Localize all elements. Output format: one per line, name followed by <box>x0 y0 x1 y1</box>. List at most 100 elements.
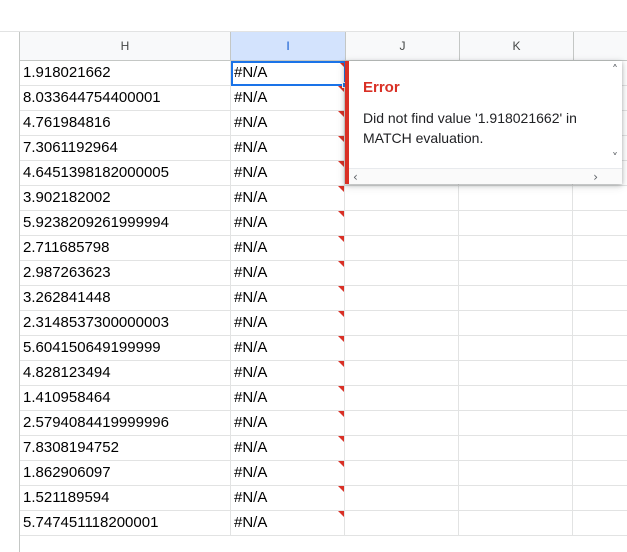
column-header-h[interactable]: H <box>20 32 231 61</box>
cell-k[interactable] <box>459 411 573 436</box>
cell-h[interactable]: 1.521189594 <box>20 486 231 511</box>
error-indicator-icon[interactable] <box>338 311 344 317</box>
cell-j[interactable] <box>345 311 459 336</box>
cell-i[interactable]: #N/A <box>231 86 345 111</box>
row-header-gutter[interactable] <box>0 32 20 552</box>
column-header-i[interactable]: I <box>231 32 346 61</box>
cell-k[interactable] <box>459 186 573 211</box>
cell-j[interactable] <box>345 386 459 411</box>
cell-k[interactable] <box>459 261 573 286</box>
cell-k[interactable] <box>459 311 573 336</box>
cell-i[interactable]: #N/A <box>231 311 345 336</box>
cell-k[interactable] <box>459 211 573 236</box>
cell-i[interactable]: #N/A <box>231 261 345 286</box>
error-indicator-icon[interactable] <box>338 111 344 117</box>
error-indicator-icon[interactable] <box>338 186 344 192</box>
error-indicator-icon[interactable] <box>338 361 344 367</box>
cell-i[interactable]: #N/A <box>231 361 345 386</box>
cell-k[interactable] <box>459 286 573 311</box>
error-indicator-icon[interactable] <box>338 286 344 292</box>
cell-l[interactable] <box>573 361 627 386</box>
error-indicator-icon[interactable] <box>338 136 344 142</box>
cell-h[interactable]: 3.262841448 <box>20 286 231 311</box>
cell-l[interactable] <box>573 236 627 261</box>
chevron-right-icon[interactable]: › <box>593 171 598 183</box>
cell-l[interactable] <box>573 286 627 311</box>
cell-k[interactable] <box>459 461 573 486</box>
cell-j[interactable] <box>345 411 459 436</box>
column-header-k[interactable]: K <box>460 32 574 61</box>
cell-j[interactable] <box>345 461 459 486</box>
column-header-j[interactable]: J <box>346 32 460 61</box>
cell-l[interactable] <box>573 261 627 286</box>
cell-h[interactable]: 1.862906097 <box>20 461 231 486</box>
chevron-down-icon[interactable]: ˅ <box>612 152 618 164</box>
cell-l[interactable] <box>573 211 627 236</box>
cell-l[interactable] <box>573 436 627 461</box>
cell-h[interactable]: 2.5794084419999996 <box>20 411 231 436</box>
cell-h[interactable]: 2.711685798 <box>20 236 231 261</box>
cell-h[interactable]: 7.3061192964 <box>20 136 231 161</box>
cell-l[interactable] <box>573 511 627 536</box>
cell-h[interactable]: 5.747451118200001 <box>20 511 231 536</box>
error-indicator-icon[interactable] <box>338 261 344 267</box>
cell-k[interactable] <box>459 511 573 536</box>
cell-i[interactable]: #N/A <box>231 161 345 186</box>
cell-h[interactable]: 7.8308194752 <box>20 436 231 461</box>
cell-i[interactable]: #N/A <box>231 111 345 136</box>
cell-l[interactable] <box>573 311 627 336</box>
cell-l[interactable] <box>573 461 627 486</box>
vertical-scrollbar[interactable]: ˄ ˅ <box>606 61 622 168</box>
cell-j[interactable] <box>345 511 459 536</box>
error-indicator-icon[interactable] <box>338 411 344 417</box>
cell-j[interactable] <box>345 361 459 386</box>
cell-i[interactable]: #N/A <box>231 511 345 536</box>
cell-h[interactable]: 4.6451398182000005 <box>20 161 231 186</box>
cell-h[interactable]: 5.604150649199999 <box>20 336 231 361</box>
cell-k[interactable] <box>459 436 573 461</box>
cell-j[interactable] <box>345 211 459 236</box>
error-indicator-icon[interactable] <box>338 461 344 467</box>
cell-i[interactable]: #N/A <box>231 186 345 211</box>
cell-j[interactable] <box>345 336 459 361</box>
cell-k[interactable] <box>459 236 573 261</box>
cell-l[interactable] <box>573 411 627 436</box>
cell-l[interactable] <box>573 186 627 211</box>
cell-i[interactable]: #N/A <box>231 411 345 436</box>
chevron-left-icon[interactable]: ‹ <box>353 171 358 183</box>
cell-h[interactable]: 8.033644754400001 <box>20 86 231 111</box>
error-indicator-icon[interactable] <box>338 386 344 392</box>
cell-k[interactable] <box>459 486 573 511</box>
cell-j[interactable] <box>345 236 459 261</box>
cell-k[interactable] <box>459 361 573 386</box>
chevron-up-icon[interactable]: ˄ <box>612 64 618 76</box>
error-indicator-icon[interactable] <box>338 486 344 492</box>
cell-h[interactable]: 3.902182002 <box>20 186 231 211</box>
cell-i[interactable]: #N/A <box>231 386 345 411</box>
cell-i[interactable]: #N/A <box>231 436 345 461</box>
cell-i[interactable]: #N/A <box>231 211 345 236</box>
cell-j[interactable] <box>345 436 459 461</box>
cell-l[interactable] <box>573 486 627 511</box>
cell-h[interactable]: 1.918021662 <box>20 61 231 86</box>
error-indicator-icon[interactable] <box>338 336 344 342</box>
cell-i[interactable]: #N/A <box>231 336 345 361</box>
cell-j[interactable] <box>345 286 459 311</box>
cell-i[interactable]: #N/A <box>231 61 345 86</box>
cell-h[interactable]: 4.828123494 <box>20 361 231 386</box>
cell-j[interactable] <box>345 186 459 211</box>
error-indicator-icon[interactable] <box>338 211 344 217</box>
cell-j[interactable] <box>345 486 459 511</box>
error-indicator-icon[interactable] <box>338 236 344 242</box>
cell-k[interactable] <box>459 336 573 361</box>
horizontal-scrollbar[interactable]: ‹ › <box>349 168 622 184</box>
cell-h[interactable]: 5.9238209261999994 <box>20 211 231 236</box>
cell-h[interactable]: 2.987263623 <box>20 261 231 286</box>
cell-h[interactable]: 1.410958464 <box>20 386 231 411</box>
cell-l[interactable] <box>573 386 627 411</box>
cell-i[interactable]: #N/A <box>231 286 345 311</box>
column-header-l[interactable] <box>574 32 627 61</box>
cell-j[interactable] <box>345 261 459 286</box>
cell-i[interactable]: #N/A <box>231 136 345 161</box>
cell-i[interactable]: #N/A <box>231 236 345 261</box>
